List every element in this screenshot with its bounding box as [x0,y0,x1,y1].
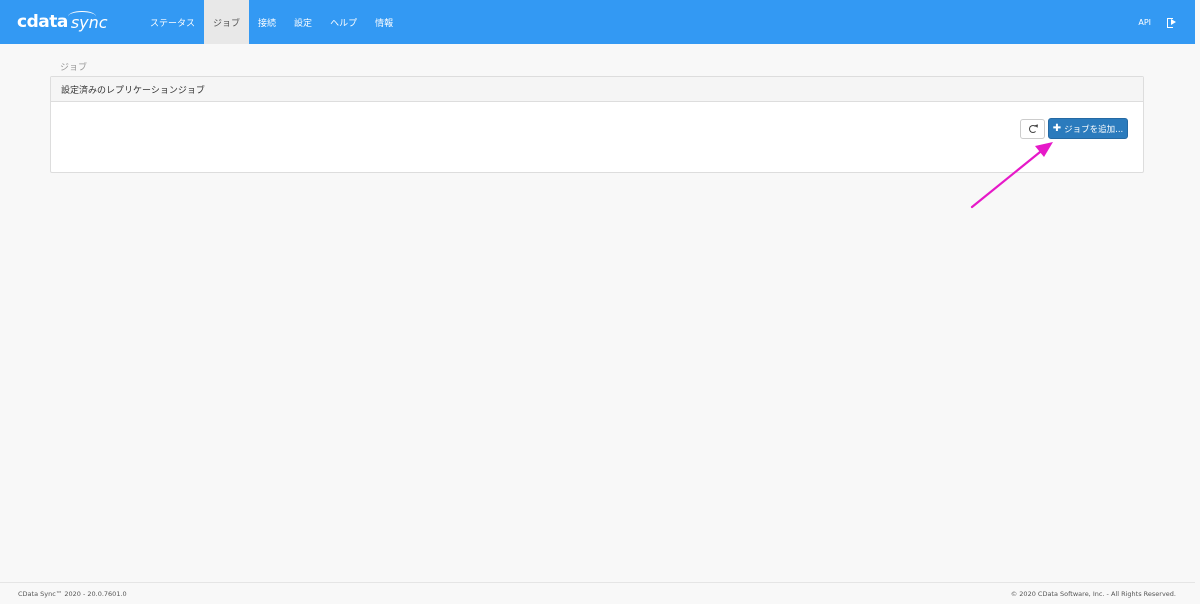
nav-item-connections[interactable]: 接続 [249,0,285,44]
nav-item-help[interactable]: ヘルプ [321,0,366,44]
refresh-button[interactable] [1020,119,1045,139]
nav-right: API [1138,0,1177,44]
breadcrumb: ジョブ [60,63,88,73]
annotation-arrow-icon [970,142,1053,209]
panel-heading: 設定済みのレプリケーションジョブ [51,77,1143,102]
footer-copyright: © 2020 CData Software, Inc. - All Rights… [1010,589,1176,598]
nav-item-status[interactable]: ステータス [141,0,204,44]
nav-item-settings[interactable]: 設定 [285,0,321,44]
nav-item-info[interactable]: 情報 [366,0,402,44]
top-navbar: cdata sync ステータス ジョブ 接続 設定 ヘルプ 情報 API [0,0,1195,44]
refresh-icon [1028,125,1037,133]
footer: CData Sync™ 2020 - 20.0.7601.0 © 2020 CD… [0,582,1195,604]
nav-menu: ステータス ジョブ 接続 設定 ヘルプ 情報 [141,0,402,44]
nav-item-jobs[interactable]: ジョブ [204,0,250,44]
sign-out-icon[interactable] [1167,17,1177,28]
footer-version: CData Sync™ 2020 - 20.0.7601.0 [18,589,127,598]
add-job-button[interactable]: ✚ ジョブを追加... [1048,118,1128,139]
brand-logo-sync: sync [67,10,108,32]
add-job-button-label: ジョブを追加... [1064,124,1124,135]
plus-icon: ✚ [1052,123,1062,134]
brand-logo-cdata: cdata [17,12,68,32]
nav-item-api[interactable]: API [1138,18,1151,27]
brand-logo[interactable]: cdata sync [17,0,141,44]
